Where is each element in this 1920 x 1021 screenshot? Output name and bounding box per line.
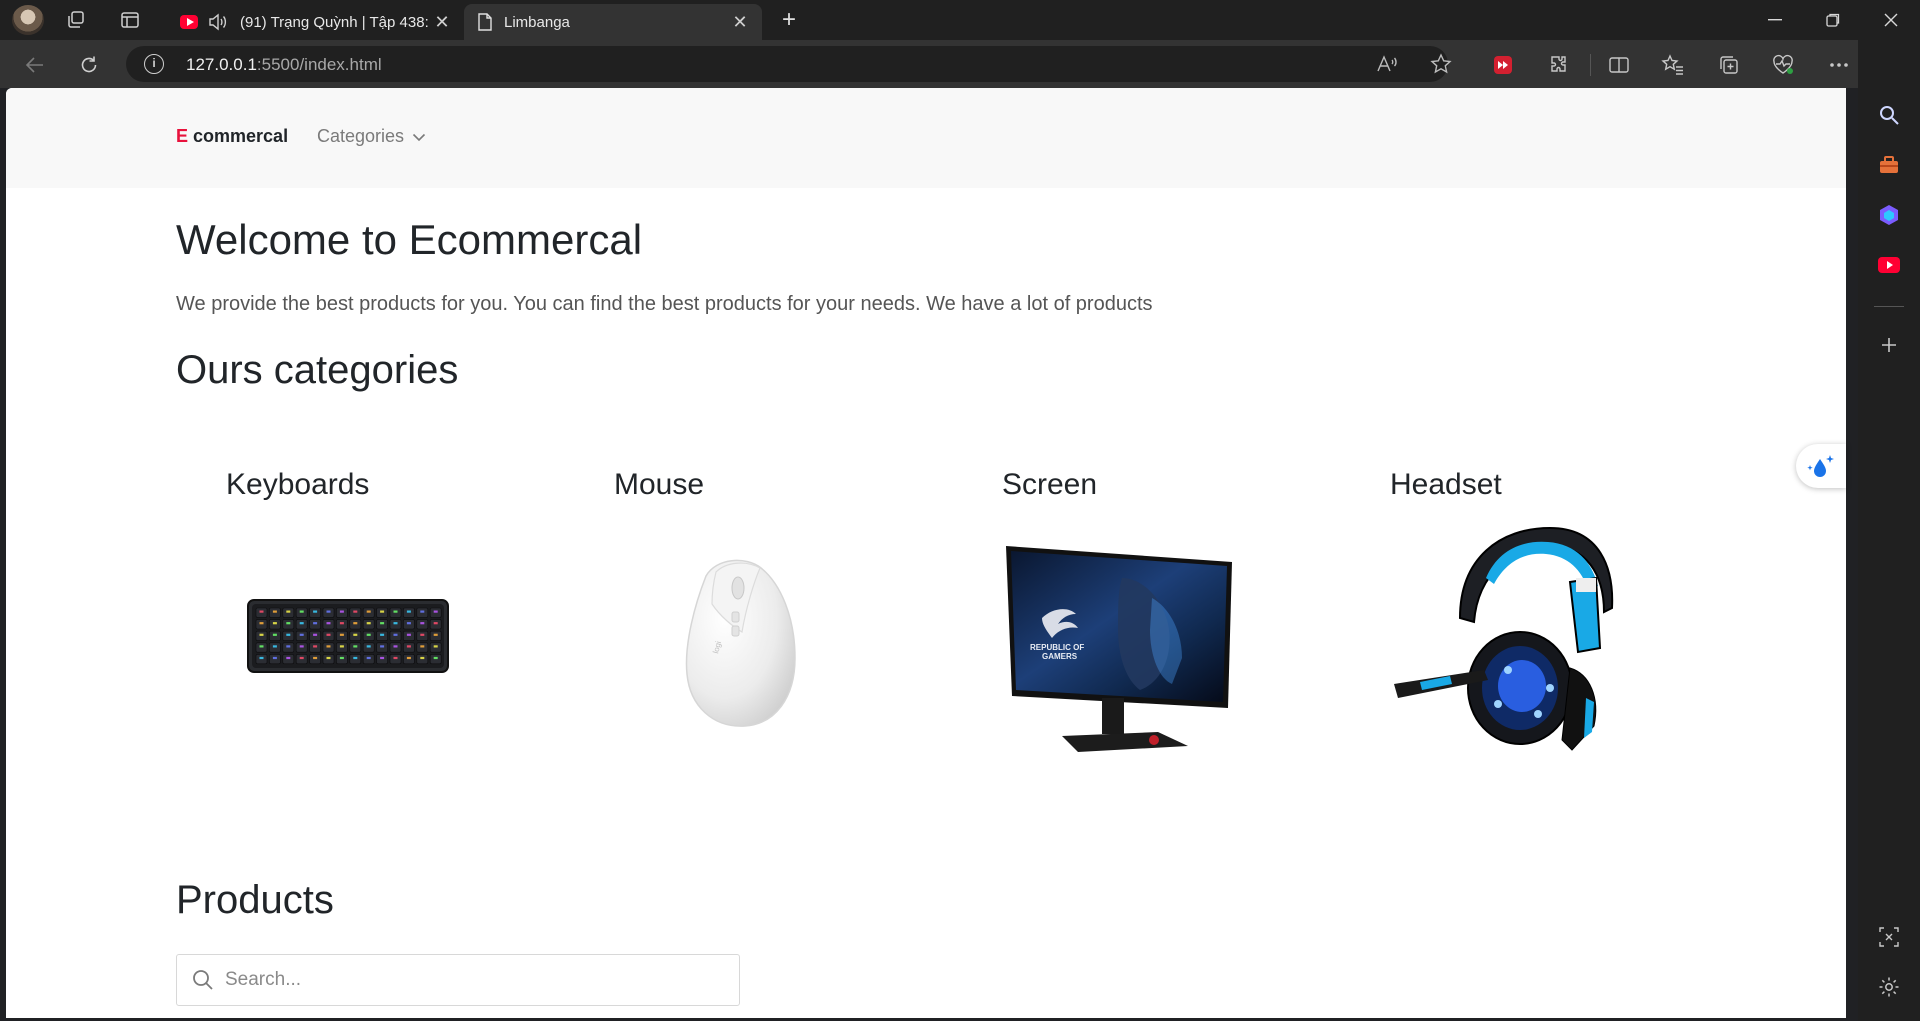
sparkle-drop-icon: [1807, 455, 1834, 477]
floating-assistant-button[interactable]: [1796, 444, 1846, 488]
site-navbar: E commercal Categories: [6, 88, 1846, 188]
chevron-down-icon: [412, 133, 426, 141]
categories-dropdown[interactable]: Categories: [317, 126, 426, 147]
close-window-icon[interactable]: [1868, 4, 1914, 36]
brand-logo[interactable]: E commercal: [176, 126, 288, 147]
new-tab-button[interactable]: +: [776, 8, 802, 34]
read-aloud-icon[interactable]: [1374, 51, 1400, 77]
search-icon[interactable]: [1874, 100, 1904, 130]
close-tab-icon[interactable]: ✕: [430, 10, 454, 34]
mouse-image: logi: [676, 554, 806, 734]
page-title: Welcome to Ecommercal: [176, 216, 643, 263]
restore-icon[interactable]: [1810, 4, 1856, 36]
tab-title: (91) Trạng Quỳnh | Tập 438:: [240, 13, 429, 31]
product-search[interactable]: [176, 954, 740, 1006]
toolbar-divider: [1590, 54, 1591, 76]
search-icon: [193, 970, 213, 990]
favorite-star-icon[interactable]: [1428, 51, 1454, 77]
tab-limbanga[interactable]: Limbanga ✕: [464, 4, 762, 40]
tab-youtube[interactable]: (91) Trạng Quỳnh | Tập 438: ✕: [168, 4, 464, 40]
monitor-image: REPUBLIC OF GAMERS: [1002, 538, 1242, 763]
headset-image: [1390, 518, 1630, 773]
tools-icon[interactable]: [1874, 150, 1904, 180]
category-card-headset[interactable]: Headset: [1340, 468, 1720, 798]
sidebar-divider: [1874, 306, 1904, 307]
youtube-icon: [180, 13, 198, 31]
workspaces-icon[interactable]: [64, 8, 88, 32]
svg-text:GAMERS: GAMERS: [1042, 652, 1078, 661]
categories-label: Categories: [317, 126, 405, 146]
profile-avatar[interactable]: [12, 5, 44, 35]
search-input[interactable]: [225, 963, 725, 997]
favorites-icon[interactable]: [1660, 52, 1686, 78]
category-card-screen[interactable]: Screen REPUBLIC OF GAMERS: [952, 468, 1332, 798]
keyboard-image: [246, 598, 450, 679]
more-options-icon[interactable]: [1826, 52, 1852, 78]
address-bar[interactable]: i 127.0.0.1:5500/index.html: [126, 46, 1452, 82]
extension-red-icon[interactable]: [1490, 52, 1516, 78]
edge-sidebar: [1858, 40, 1920, 1021]
copilot-app-icon[interactable]: [1874, 200, 1904, 230]
category-label: Screen: [1002, 468, 1098, 501]
close-tab-icon[interactable]: ✕: [728, 10, 752, 34]
page-viewport: E commercal Categories Welcome to Ecomme…: [6, 88, 1846, 1018]
categories-heading: Ours categories: [176, 348, 459, 392]
browser-toolbar: i 127.0.0.1:5500/index.html: [0, 40, 1920, 88]
browser-tab-bar: (91) Trạng Quỳnh | Tập 438: ✕ Limbanga ✕…: [0, 0, 1920, 40]
document-icon: [476, 13, 494, 31]
back-icon[interactable]: [22, 52, 48, 78]
svg-text:REPUBLIC OF: REPUBLIC OF: [1030, 643, 1084, 652]
category-card-keyboards[interactable]: Keyboards: [176, 468, 556, 798]
tab-title: Limbanga: [504, 13, 570, 31]
extensions-icon[interactable]: [1546, 52, 1572, 78]
split-screen-icon[interactable]: [1606, 52, 1632, 78]
category-label: Keyboards: [226, 468, 370, 501]
settings-gear-icon[interactable]: [1874, 972, 1904, 1002]
refresh-icon[interactable]: [76, 52, 102, 78]
intro-text: We provide the best products for you. Yo…: [176, 293, 1153, 315]
youtube-icon[interactable]: [1874, 250, 1904, 280]
screenshot-icon[interactable]: [1874, 922, 1904, 952]
speaker-icon[interactable]: [208, 13, 230, 31]
site-info-icon[interactable]: i: [144, 54, 164, 74]
minimize-icon[interactable]: [1752, 4, 1798, 36]
add-icon[interactable]: [1874, 330, 1904, 360]
category-card-mouse[interactable]: Mouse logi: [564, 468, 944, 798]
collections-icon[interactable]: [1716, 52, 1742, 78]
products-heading: Products: [176, 878, 334, 922]
performance-icon[interactable]: [1770, 52, 1796, 78]
vertical-tabs-icon[interactable]: [118, 8, 142, 32]
category-label: Mouse: [614, 468, 705, 501]
url-text[interactable]: 127.0.0.1:5500/index.html: [186, 55, 382, 75]
category-label: Headset: [1390, 468, 1502, 501]
